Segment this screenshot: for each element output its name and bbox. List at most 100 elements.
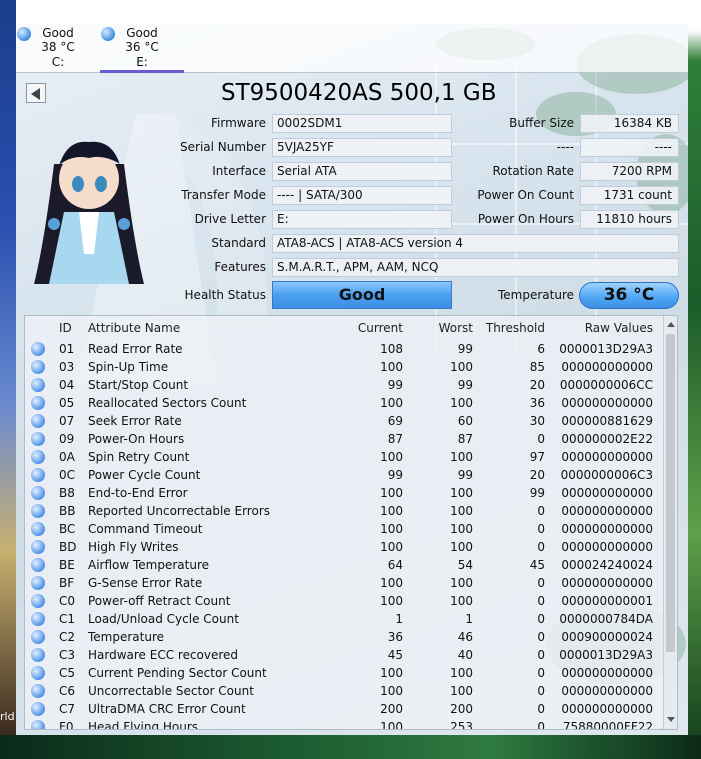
table-row[interactable]: BB Reported Uncorrectable Errors 100 100 0 00…: [25, 502, 665, 520]
cell-raw: 000000000000: [561, 684, 653, 698]
cell-id: C3: [59, 648, 76, 662]
cell-raw: 000000881629: [561, 414, 653, 428]
cell-raw: 0000000784DA: [559, 612, 653, 626]
table-row[interactable]: BD High Fly Writes 100 100 0 000000000000: [25, 538, 665, 556]
table-row[interactable]: C1 Load/Unload Cycle Count 1 1 0 0000000784DA: [25, 610, 665, 628]
column-id[interactable]: ID: [59, 321, 72, 335]
cell-raw: 000000000000: [561, 450, 653, 464]
cell-worst: 100: [450, 522, 473, 536]
cell-name: Reallocated Sectors Count: [88, 396, 247, 410]
cell-name: Power Cycle Count: [88, 468, 201, 482]
table-row[interactable]: C5 Current Pending Sector Count 100 100 0 000…: [25, 664, 665, 682]
cell-current: 100: [380, 666, 403, 680]
firmware-value: 0002SDM1: [272, 114, 452, 133]
table-row[interactable]: 0A Spin Retry Count 100 100 97 000000000000: [25, 448, 665, 466]
table-row[interactable]: C6 Uncorrectable Sector Count 100 100 0 00000…: [25, 682, 665, 700]
cell-current: 100: [380, 504, 403, 518]
table-row[interactable]: F0 Head Flying Hours 100 253 0 75880000FF22: [25, 718, 665, 730]
cell-id: 05: [59, 396, 75, 410]
standard-value: ATA8-ACS | ATA8-ACS version 4: [272, 234, 679, 253]
buffer-size-label: Buffer Size: [509, 116, 574, 130]
serial-label: Serial Number: [180, 140, 266, 154]
cell-worst: 99: [457, 378, 473, 392]
cell-name: High Fly Writes: [88, 540, 179, 554]
cell-name: Load/Unload Cycle Count: [88, 612, 239, 626]
status-circle-icon: [31, 486, 45, 500]
cell-threshold: 0: [537, 702, 545, 716]
column-current[interactable]: Current: [358, 321, 403, 335]
cell-name: Hardware ECC recovered: [88, 648, 239, 662]
column-attribute-name[interactable]: Attribute Name: [88, 321, 180, 335]
health-status-button[interactable]: Good: [272, 281, 452, 309]
table-row[interactable]: C3 Hardware ECC recovered 45 40 0 0000013D29A…: [25, 646, 665, 664]
table-row[interactable]: BF G-Sense Error Rate 100 100 0 000000000000: [25, 574, 665, 592]
cell-id: BB: [59, 504, 76, 518]
status-circle-icon: [31, 468, 45, 482]
cell-raw: 000000000000: [561, 702, 653, 716]
table-row[interactable]: 04 Start/Stop Count 99 99 20 0000000006CC: [25, 376, 665, 394]
cell-threshold: 0: [537, 630, 545, 644]
cell-threshold: 0: [537, 522, 545, 536]
tab-drive-c[interactable]: Good 38 °C C:: [16, 24, 100, 73]
cell-worst: 54: [457, 558, 473, 572]
table-row[interactable]: C7 UltraDMA CRC Error Count 200 200 0 0000000…: [25, 700, 665, 718]
column-threshold[interactable]: Threshold: [486, 321, 545, 335]
cell-threshold: 0: [537, 612, 545, 626]
tab-drive-e[interactable]: Good 36 °C E:: [100, 24, 184, 73]
temperature-button[interactable]: 36 °C: [579, 282, 679, 309]
table-row[interactable]: 03 Spin-Up Time 100 100 85 000000000000: [25, 358, 665, 376]
cell-worst: 46: [457, 630, 473, 644]
cell-worst: 60: [457, 414, 473, 428]
status-circle-icon: [31, 594, 45, 608]
table-row[interactable]: BC Command Timeout 100 100 0 000000000000: [25, 520, 665, 538]
cell-name: Command Timeout: [88, 522, 203, 536]
status-circle-icon: [31, 684, 45, 698]
transfer-mode-label: Transfer Mode: [181, 188, 266, 202]
cell-current: 45: [387, 648, 403, 662]
table-row[interactable]: BE Airflow Temperature 64 54 45 000024240024: [25, 556, 665, 574]
unknown-value: ----: [580, 138, 679, 157]
cell-current: 69: [387, 414, 403, 428]
cell-current: 99: [387, 378, 403, 392]
table-row[interactable]: B8 End-to-End Error 100 100 99 000000000000: [25, 484, 665, 502]
cell-threshold: 20: [529, 468, 545, 482]
cell-id: BD: [59, 540, 77, 554]
cell-current: 100: [380, 720, 403, 730]
status-circle-icon: [31, 522, 45, 536]
table-row[interactable]: 01 Read Error Rate 108 99 6 0000013D29A3: [25, 340, 665, 358]
cell-raw: 0000000006CC: [559, 378, 653, 392]
status-circle-icon: [31, 396, 45, 410]
status-circle-icon: [31, 414, 45, 428]
table-row[interactable]: 0C Power Cycle Count 99 99 20 0000000006C3: [25, 466, 665, 484]
cell-worst: 1: [465, 612, 473, 626]
cell-raw: 75880000FF22: [562, 720, 653, 730]
cell-raw: 000000000000: [561, 576, 653, 590]
cell-current: 200: [380, 702, 403, 716]
table-row[interactable]: C0 Power-off Retract Count 100 100 0 00000000…: [25, 592, 665, 610]
table-row[interactable]: 07 Seek Error Rate 69 60 30 000000881629: [25, 412, 665, 430]
cell-name: Power-off Retract Count: [88, 594, 231, 608]
scroll-down-arrow-icon[interactable]: [666, 715, 676, 725]
scroll-up-arrow-icon[interactable]: [666, 320, 676, 330]
column-worst[interactable]: Worst: [439, 321, 473, 335]
scroll-thumb[interactable]: [666, 334, 675, 652]
power-on-hours-value: 11810 hours: [580, 210, 679, 229]
mascot-character-image: [34, 141, 144, 284]
cell-raw: 000000000000: [561, 504, 653, 518]
firmware-label: Firmware: [211, 116, 266, 130]
table-row[interactable]: 05 Reallocated Sectors Count 100 100 36 00000…: [25, 394, 665, 412]
cell-raw: 0000000006C3: [560, 468, 653, 482]
cell-current: 100: [380, 450, 403, 464]
tab-status: Good: [126, 26, 158, 40]
previous-drive-button[interactable]: [26, 83, 46, 103]
table-scrollbar[interactable]: [663, 316, 677, 729]
table-row[interactable]: C2 Temperature 36 46 0 000900000024: [25, 628, 665, 646]
desktop-right-strip: [688, 0, 701, 759]
cell-threshold: 0: [537, 540, 545, 554]
cell-current: 100: [380, 576, 403, 590]
status-circle-icon: [31, 450, 45, 464]
column-raw-values[interactable]: Raw Values: [585, 321, 653, 335]
smart-attributes-table: ID Attribute Name Current Worst Threshol…: [24, 315, 678, 730]
table-row[interactable]: 09 Power-On Hours 87 87 0 000000002E22: [25, 430, 665, 448]
cell-current: 87: [387, 432, 403, 446]
